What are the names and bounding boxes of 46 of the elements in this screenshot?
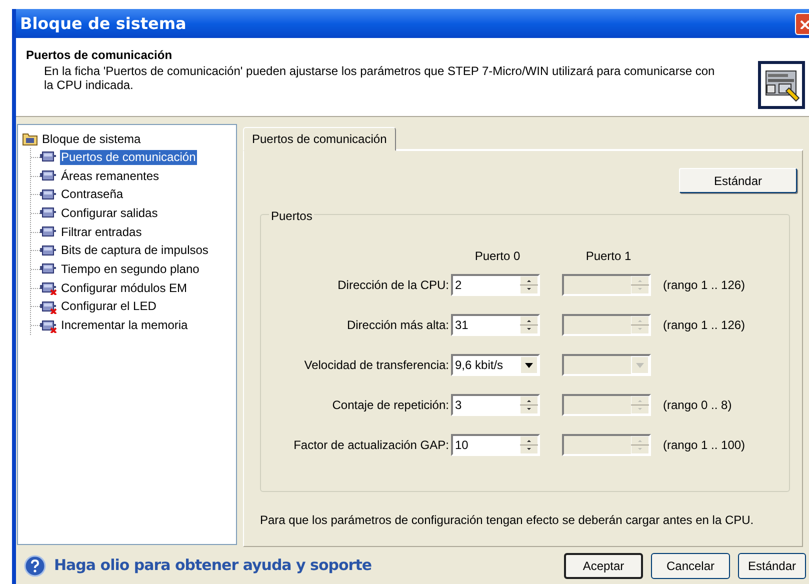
field-label: Factor de actualización GAP:: [292, 437, 450, 454]
column-header: Puerto 0: [474, 248, 522, 265]
spin-field[interactable]: 3: [451, 394, 540, 416]
dropdown-field[interactable]: 9,6 kbit/s: [451, 354, 540, 376]
tab[interactable]: Puertos de comunicación: [243, 127, 396, 151]
dialog-button[interactable]: Estándar: [738, 552, 806, 578]
tree-item[interactable]: Filtrar entradas: [60, 224, 143, 240]
header-title: Puertos de comunicación: [26, 47, 174, 64]
tree-item[interactable]: Configurar salidas: [60, 206, 159, 221]
close-icon: [799, 18, 809, 28]
tree-item[interactable]: Configurar módulos EM: [60, 280, 188, 296]
dialog-button[interactable]: Cancelar: [651, 552, 730, 578]
tree-item[interactable]: Configurar el LED: [60, 299, 158, 314]
spin-arrows-icon[interactable]: [520, 316, 538, 334]
tree-item[interactable]: Tiempo en segundo plano: [60, 262, 200, 277]
window-title: Bloque de sistema: [20, 12, 186, 34]
standard-button[interactable]: Estándar: [679, 168, 797, 193]
note-text: Para que los parámetros de configuración tengan efecto se deberán cargar antes en la CPU.: [260, 512, 755, 529]
help-link[interactable]: Haga olio para obtener ayuda y soporte: [54, 554, 372, 577]
tree-item[interactable]: Puertos de comunicación: [60, 150, 197, 165]
tree-item[interactable]: Bits de captura de impulsos: [60, 243, 210, 258]
help-icon[interactable]: [24, 554, 46, 576]
spin-arrows-icon[interactable]: [520, 276, 538, 294]
field-label: Dirección de la CPU:: [336, 277, 450, 294]
spin-arrows-icon[interactable]: [520, 396, 538, 414]
tree-item[interactable]: Áreas remanentes: [60, 168, 160, 184]
field-label: Velocidad de transferencia:: [303, 357, 450, 374]
spin-field[interactable]: 10: [451, 434, 540, 456]
tree-item[interactable]: Incrementar la memoria: [60, 318, 189, 334]
dialog-button[interactable]: Aceptar: [564, 552, 643, 578]
module-edit-icon: [758, 61, 805, 109]
tree-root-item[interactable]: Bloque de sistema: [41, 130, 142, 148]
spin-field[interactable]: 31: [451, 314, 540, 336]
range-text: (rango 1 .. 126): [663, 277, 746, 294]
spin-arrows-icon[interactable]: [520, 436, 538, 454]
range-text: (rango 1 .. 100): [663, 437, 746, 454]
field-label: Contaje de repetición:: [331, 397, 450, 414]
range-text: (rango 0 .. 8): [663, 397, 732, 414]
folder-icon: [22, 132, 38, 146]
spin-field[interactable]: 2: [451, 274, 540, 296]
tree-item[interactable]: Contraseña: [60, 187, 124, 202]
field-label: Dirección más alta:: [346, 317, 450, 334]
column-header: Puerto 1: [584, 248, 632, 265]
range-text: (rango 1 .. 126): [663, 317, 746, 334]
header-description: En la ficha 'Puertos de comunicación' pueden ajustarse los parámetros que STEP 7-Micro/WIN utilizará para comunicarse con la CPU indicada.: [43, 64, 716, 92]
close-button[interactable]: [795, 12, 809, 34]
